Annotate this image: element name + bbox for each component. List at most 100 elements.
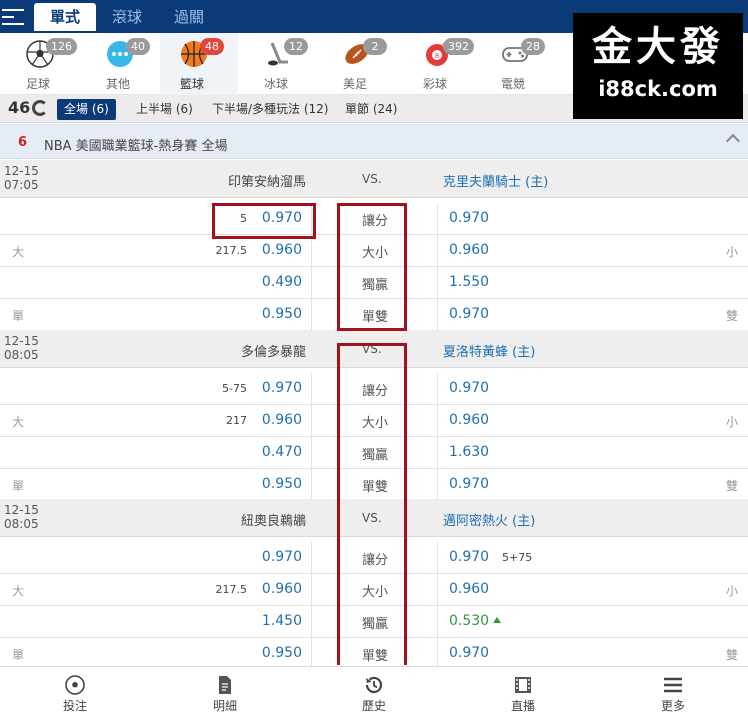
home-odds[interactable]: 0.950 bbox=[262, 306, 302, 322]
away-odds[interactable]: 0.970 bbox=[449, 645, 489, 661]
home-odds[interactable]: 0.960 bbox=[262, 242, 302, 258]
home-odds[interactable]: 0.950 bbox=[262, 476, 302, 492]
home-odds[interactable]: 0.950 bbox=[262, 645, 302, 661]
logo-text: 金大發 bbox=[592, 24, 724, 70]
total-line: 217.5 bbox=[215, 583, 248, 596]
match-header: 12-15 08:05 多倫多暴龍 VS. 夏洛特黃蜂 (主) bbox=[0, 330, 748, 368]
nav-history[interactable]: 歷史 bbox=[324, 667, 424, 714]
odds-up-arrow-icon bbox=[493, 617, 502, 623]
period-tab-full[interactable]: 全場 (6) bbox=[57, 99, 116, 120]
away-team: 克里夫蘭騎士 (主) bbox=[443, 175, 549, 190]
over-label: 大 bbox=[12, 245, 25, 259]
sport-lottery[interactable]: 8 392 彩球 bbox=[403, 33, 481, 95]
sport-label: 美足 bbox=[342, 77, 367, 91]
away-odds[interactable]: 0.970 bbox=[449, 210, 489, 226]
odds-row: 大 217.5 0.960 大小 0.960 小 bbox=[0, 235, 748, 267]
nav-live-stream[interactable]: 直播 bbox=[473, 667, 573, 714]
match-count: 46 bbox=[8, 98, 31, 117]
home-odds[interactable]: 0.970 bbox=[262, 380, 302, 396]
vs-label: VS. bbox=[362, 342, 382, 356]
match-block: 12-15 08:05 紐奧良鵜鶘 VS. 邁阿密熱火 (主) 0.970 讓分 … bbox=[0, 499, 748, 670]
sport-label: 足球 bbox=[25, 77, 50, 91]
away-odds[interactable]: 1.550 bbox=[449, 274, 489, 290]
match-header: 12-15 08:05 紐奧良鵜鶘 VS. 邁阿密熱火 (主) bbox=[0, 499, 748, 537]
period-tab-second-half[interactable]: 下半場/多種玩法 (12) bbox=[205, 99, 336, 120]
handicap-line: 5 bbox=[240, 212, 247, 225]
home-odds[interactable]: 0.970 bbox=[262, 210, 302, 226]
handicap-line: 5-75 bbox=[222, 382, 247, 395]
bet-type: 大小 bbox=[362, 246, 389, 261]
nav-bet[interactable]: 投注 bbox=[25, 667, 125, 714]
league-name: NBA 美國職業籃球-熱身賽 全場 bbox=[44, 139, 228, 154]
bottom-nav: 投注 明細 歷史 直播 更多 bbox=[0, 666, 748, 714]
refresh-icon[interactable] bbox=[32, 100, 48, 116]
away-odds[interactable]: 0.530 bbox=[449, 613, 502, 629]
odds-row: 5 0.970 讓分 0.970 bbox=[0, 203, 748, 235]
sport-count-badge: 2 bbox=[363, 38, 387, 55]
total-line: 217.5 bbox=[215, 244, 248, 257]
away-odds[interactable]: 1.630 bbox=[449, 444, 489, 460]
away-odds[interactable]: 0.970 bbox=[449, 380, 489, 396]
odds-row: 0.970 讓分 0.970 5+75 bbox=[0, 542, 748, 574]
sport-esports[interactable]: 28 電競 bbox=[481, 33, 559, 95]
home-odds[interactable]: 0.490 bbox=[262, 274, 302, 290]
home-odds[interactable]: 0.470 bbox=[262, 444, 302, 460]
away-odds[interactable]: 0.970 bbox=[449, 306, 489, 322]
away-odds[interactable]: 0.970 bbox=[449, 549, 489, 565]
nav-label: 明細 bbox=[212, 699, 237, 713]
soccer-ball-icon bbox=[65, 675, 85, 695]
match-datetime: 12-15 08:05 bbox=[4, 334, 39, 362]
league-match-count: 6 bbox=[18, 135, 28, 150]
bet-type: 大小 bbox=[362, 585, 389, 600]
sport-label: 冰球 bbox=[263, 77, 288, 91]
away-team: 夏洛特黃蜂 (主) bbox=[443, 345, 536, 360]
vs-label: VS. bbox=[362, 511, 382, 525]
hamburger-menu-icon[interactable] bbox=[2, 9, 24, 25]
under-label: 小 bbox=[725, 245, 738, 259]
sport-other[interactable]: 40 其他 bbox=[86, 33, 164, 95]
sport-count-badge: 48 bbox=[200, 38, 224, 55]
sport-count-badge: 392 bbox=[443, 38, 474, 55]
svg-text:8: 8 bbox=[435, 52, 439, 60]
nav-details[interactable]: 明細 bbox=[175, 667, 275, 714]
league-header[interactable]: 6 NBA 美國職業籃球-熱身賽 全場 bbox=[0, 124, 748, 159]
total-line: 217 bbox=[226, 414, 247, 427]
sport-hockey[interactable]: 12 冰球 bbox=[244, 33, 322, 95]
away-odds[interactable]: 0.960 bbox=[449, 581, 489, 597]
tab-single[interactable]: 單式 bbox=[34, 3, 97, 31]
period-tab-quarter[interactable]: 單節 (24) bbox=[338, 99, 404, 120]
home-odds[interactable]: 0.960 bbox=[262, 412, 302, 428]
nav-label: 直播 bbox=[510, 699, 535, 713]
home-odds[interactable]: 0.970 bbox=[262, 549, 302, 565]
bet-type: 單雙 bbox=[362, 310, 389, 325]
tab-live[interactable]: 滾球 bbox=[96, 3, 158, 31]
odd-label: 單 bbox=[12, 479, 25, 493]
bet-type: 讓分 bbox=[362, 384, 389, 399]
bet-type: 單雙 bbox=[362, 480, 389, 495]
sport-basketball[interactable]: 48 籃球 bbox=[160, 33, 238, 95]
odds-row: 單 0.950 單雙 0.970 雙 bbox=[0, 469, 748, 501]
away-odds[interactable]: 0.960 bbox=[449, 242, 489, 258]
sport-soccer[interactable]: 126 足球 bbox=[6, 33, 84, 95]
sport-count-badge: 12 bbox=[284, 38, 308, 55]
home-odds[interactable]: 0.960 bbox=[262, 581, 302, 597]
odds-row: 0.470 獨贏 1.630 bbox=[0, 437, 748, 469]
menu-icon bbox=[664, 677, 682, 693]
sport-american-football[interactable]: 2 美足 bbox=[323, 33, 401, 95]
nav-label: 歷史 bbox=[361, 699, 386, 713]
away-odds[interactable]: 0.970 bbox=[449, 476, 489, 492]
logo-url: i88ck.com bbox=[598, 77, 718, 101]
chevron-up-icon[interactable] bbox=[725, 133, 741, 149]
sport-count-badge: 40 bbox=[126, 38, 150, 55]
away-odds[interactable]: 0.960 bbox=[449, 412, 489, 428]
film-icon bbox=[515, 677, 531, 693]
vs-label: VS. bbox=[362, 172, 382, 186]
odd-label: 單 bbox=[12, 648, 25, 662]
nav-more[interactable]: 更多 bbox=[623, 667, 723, 714]
odds-row: 大 217.5 0.960 大小 0.960 小 bbox=[0, 574, 748, 606]
bet-type: 獨贏 bbox=[362, 278, 389, 293]
home-odds[interactable]: 1.450 bbox=[262, 613, 302, 629]
even-label: 雙 bbox=[725, 648, 738, 662]
period-tab-first-half[interactable]: 上半場 (6) bbox=[129, 99, 200, 120]
tab-parlay[interactable]: 過關 bbox=[158, 3, 220, 31]
